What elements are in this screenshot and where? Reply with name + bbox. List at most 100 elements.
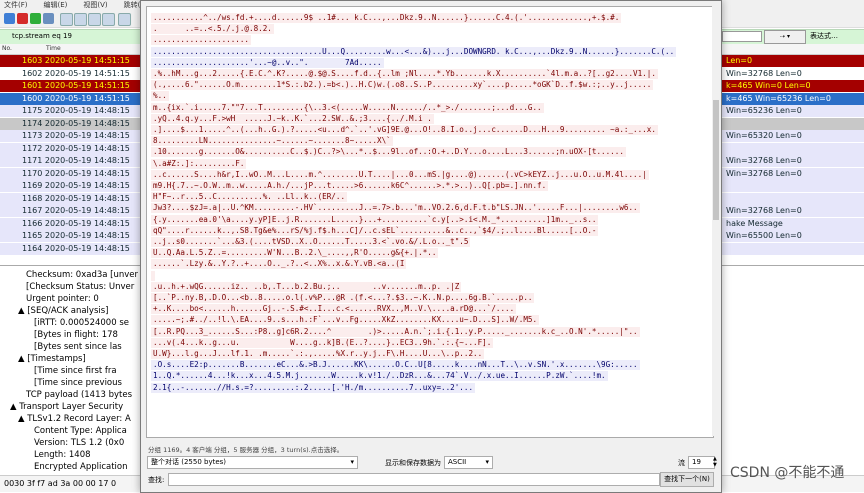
stream-line: +..K....bo<......h......Gj..-.S.#<..I...… <box>151 304 517 315</box>
detail-row[interactable]: [Bytes in flight: 178 <box>34 329 118 341</box>
packet-no-time: 1602 2020-05-19 14:51:15 <box>22 68 130 78</box>
packet-no-time: 1175 2020-05-19 14:48:15 <box>22 106 130 115</box>
start-capture-icon[interactable] <box>4 13 15 24</box>
packet-info: Win=32768 Len=0 <box>726 156 802 165</box>
detail-row[interactable]: [Time since previous <box>34 377 122 389</box>
detail-row[interactable]: Length: 1408 <box>34 449 91 461</box>
menu-edit[interactable]: 编辑(E) <box>40 0 68 11</box>
stream-line: 1..Q.*......4...!k...x...4.5.M.j.......W… <box>151 371 608 382</box>
stream-line: m..{ix.`.i.....7.""7...T.........{\..3.<… <box>151 102 544 113</box>
packet-info: Win=65320 Len=0 <box>726 131 802 140</box>
detail-row[interactable]: Checksum: 0xad3a [unver <box>26 269 138 281</box>
detail-row[interactable]: [Bytes sent since las <box>34 341 122 353</box>
packet-no-time: 1167 2020-05-19 14:48:15 <box>22 206 130 215</box>
packet-info: Len=0 <box>726 56 753 65</box>
find-label: 查找: <box>148 476 165 484</box>
stream-line: ...v(.4...k..g...u. W....g..k]B.(E..?...… <box>151 337 494 348</box>
stream-line: ......`.Lzy.&..Y.?..+....O.._.?..<..X%..… <box>151 259 407 270</box>
stream-label: 流 <box>678 459 685 467</box>
packet-no-time: 1169 2020-05-19 14:48:15 <box>22 181 130 190</box>
stream-line: .10.......g.......O&..........C..$.)C..?… <box>151 147 626 158</box>
csdn-watermark: CSDN @不能不通 <box>730 465 845 481</box>
chevron-down-icon: ▾ <box>350 458 354 466</box>
menu-file[interactable]: 文件(F) <box>0 0 28 11</box>
stream-line: qQ"....r......k..,.S8.Tg&e%...rS/%j.f$.h… <box>151 225 599 236</box>
packet-no-time: 1166 2020-05-19 14:48:15 <box>22 218 130 228</box>
expression-button[interactable]: 表达式… <box>810 31 838 41</box>
stop-capture-icon[interactable] <box>17 13 28 24</box>
detail-row[interactable]: [Checksum Status: Unver <box>26 281 134 293</box>
stream-line: ..c......S....h&r,I..wO..M...L....m.^...… <box>151 169 649 180</box>
stream-line: .O.s....E2:p.......B.......eC...&.>B.J..… <box>151 360 640 371</box>
stream-line: ...........^../ws.fd.+....d......9$ ..1#… <box>151 13 622 23</box>
stream-line: 2.1{..-.......//H.s.=?.........:.2.....[… <box>151 382 476 393</box>
stream-line: (.,....6."......O.m........1*S.:.b2.).=b… <box>151 80 654 91</box>
stream-scrollbar[interactable] <box>712 6 720 436</box>
col-no-header[interactable]: No. <box>2 45 12 52</box>
stream-line <box>151 270 155 281</box>
detail-row[interactable]: TCP payload (1413 bytes <box>26 389 132 401</box>
col-time-header[interactable]: Time <box>46 45 61 52</box>
chevron-down-icon: ▾ <box>485 458 489 466</box>
conversation-select[interactable]: 整个对话 (2550 bytes) ▾ <box>147 456 358 469</box>
detail-row[interactable]: Version: TLS 1.2 (0x0 <box>34 437 124 449</box>
stream-line: .....~;.#../..!l.\.EA....9..s...h.:F`...… <box>151 315 540 326</box>
stream-line: .....................................U..… <box>151 46 677 57</box>
stream-line: ..................... <box>151 35 252 46</box>
packet-no-time: 1173 2020-05-19 14:48:15 <box>22 131 130 140</box>
detail-row[interactable]: ▲ [Timestamps] <box>18 353 86 365</box>
stream-line: U.W}...l.g...J...lf.1. .m.....`.:.,.....… <box>151 349 485 359</box>
packet-info: Win=65500 Len=0 <box>726 231 802 240</box>
filter-history-dropdown[interactable]: ⇢ ▾ <box>764 30 806 44</box>
save-file-icon[interactable] <box>74 13 87 26</box>
packet-info: hake Message <box>726 218 783 228</box>
menu-view[interactable]: 视图(V) <box>79 0 107 11</box>
detail-row[interactable]: [iRTT: 0.000524000 se <box>34 317 129 329</box>
detail-row[interactable]: Encrypted Application <box>34 461 128 473</box>
stream-scrollbar-thumb[interactable] <box>713 100 719 220</box>
packet-info: Win=65236 Len=0 <box>726 106 802 115</box>
packet-no-time: 1171 2020-05-19 14:48:15 <box>22 156 130 165</box>
display-as-select-value: ASCII <box>448 458 467 466</box>
detail-row[interactable]: ▲ Transport Layer Security <box>10 401 123 413</box>
stream-line: \.a#Z:.]:.........F. <box>151 158 247 169</box>
packet-no-time: 1165 2020-05-19 14:48:15 <box>22 231 130 240</box>
packet-no-time: 1603 2020-05-19 14:51:15 <box>22 56 130 65</box>
packet-info: Win=32768 Len=0 <box>726 168 802 178</box>
stream-line: .....................'...~@..v..". 7Ad..… <box>151 57 384 68</box>
find-input[interactable] <box>168 473 660 486</box>
packet-no-time: 1170 2020-05-19 14:48:15 <box>22 168 130 178</box>
stream-line: %.. <box>151 91 169 102</box>
close-file-icon[interactable] <box>88 13 101 26</box>
stream-line: ..j..s0.......`...&3.(....tVSD..X..O....… <box>151 237 471 247</box>
stream-summary: 分组 1169。4 客户端 分组，5 服务器 分组，3 turn(s).点击选择… <box>148 446 344 454</box>
display-filter-input[interactable]: tcp.stream eq 19 <box>12 32 72 40</box>
detail-row[interactable]: [Time since first fra <box>34 365 117 377</box>
restart-capture-icon[interactable] <box>30 13 41 24</box>
detail-row[interactable]: Content Type: Applica <box>34 425 127 437</box>
packet-info: k=465 Win=0 Len=0 <box>726 81 811 90</box>
packet-info: Win=32768 Len=0 <box>726 68 802 78</box>
detail-row[interactable]: ▲ [SEQ/ACK analysis] <box>18 305 108 317</box>
packet-no-time: 1601 2020-05-19 14:51:15 <box>22 81 130 90</box>
stream-line: .%..hM...g...2.....{.E.C.^.K?.....@.$@.S… <box>151 69 658 79</box>
open-file-icon[interactable] <box>60 13 73 26</box>
stream-content[interactable]: ...........^../ws.fd.+....d......9$ ..1#… <box>146 6 714 438</box>
detail-row[interactable]: ▲ TLSv1.2 Record Layer: A <box>18 413 131 425</box>
options-icon[interactable] <box>43 13 54 24</box>
reload-icon[interactable] <box>102 13 115 26</box>
stream-stepper-icon[interactable]: ▲ ▼ <box>713 456 717 468</box>
stream-number-input[interactable]: 19 <box>688 456 715 469</box>
find-next-button[interactable]: 查找下一个(N) <box>660 472 714 487</box>
bytes-line: 0030 3f f7 ad 3a 00 00 17 0 <box>4 479 117 488</box>
display-as-select[interactable]: ASCII ▾ <box>444 456 493 469</box>
filter-apply-button[interactable] <box>722 31 762 42</box>
conversation-select-value: 整个对话 (2550 bytes) <box>151 458 227 466</box>
packet-no-time: 1168 2020-05-19 14:48:15 <box>22 193 130 203</box>
detail-row[interactable]: Urgent pointer: 0 <box>26 293 99 305</box>
stream-line: U..Q.Aa.L.5.Z..=.........W'N...B..2.\_..… <box>151 248 439 259</box>
stream-line: {.y.......ea.0'\a....y.yP]E..j.R.......L… <box>151 214 599 225</box>
find-packet-icon[interactable] <box>118 13 131 26</box>
packet-no-time: 1174 2020-05-19 14:48:15 <box>22 118 130 128</box>
stream-line: Jw3?....$zJ=.a|..U.^KM.........-.HV`....… <box>151 203 640 214</box>
